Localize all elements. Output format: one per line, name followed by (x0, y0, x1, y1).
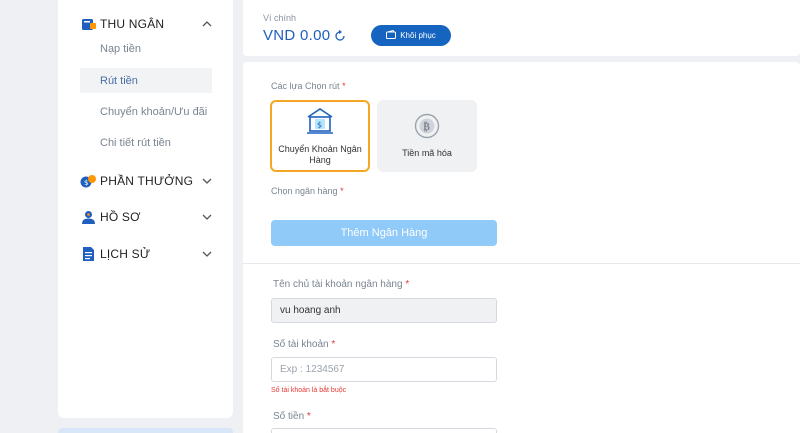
required-mark: * (306, 411, 311, 422)
required-mark: * (331, 339, 336, 350)
option-label: Chuyển Khoản Ngân Hàng (278, 143, 362, 165)
sidebar-section-cashier[interactable]: THU NGÂN (80, 12, 213, 36)
sidebar-item-transfer[interactable]: Chuyển khoản/Ưu đãi (80, 99, 212, 124)
sidebar-section-label: PHẦN THƯỞNG (100, 174, 194, 188)
sidebar-item-withdraw-details[interactable]: Chi tiết rút tiền (80, 130, 212, 155)
restore-button[interactable]: Khôi phục (371, 25, 451, 46)
label-text: Các lựa Chọn rút (271, 81, 340, 91)
add-bank-button[interactable]: Thêm Ngân Hàng (271, 220, 497, 246)
account-number-label: Số tài khoản * (273, 339, 335, 350)
chevron-up-icon[interactable] (201, 18, 213, 30)
required-mark: * (405, 279, 410, 290)
sidebar-footer-bar (58, 428, 233, 433)
account-name-input[interactable] (271, 298, 497, 323)
option-bank-transfer[interactable]: $ Chuyển Khoản Ngân Hàng (270, 100, 370, 172)
bitcoin-icon: ₿ (414, 113, 440, 144)
rewards-icon: $ (80, 173, 97, 190)
sidebar-section-label: THU NGÂN (100, 17, 165, 31)
user-icon (80, 209, 97, 226)
cashier-icon (80, 16, 97, 33)
chevron-down-icon[interactable] (201, 211, 213, 223)
account-number-input[interactable] (271, 357, 497, 382)
sidebar-item-label: Chuyển khoản/Ưu đãi (100, 105, 208, 118)
restore-button-label: Khôi phục (400, 31, 436, 40)
sidebar-item-label: Chi tiết rút tiền (100, 136, 171, 149)
withdraw-panel: Các lựa Chọn rút * $ Chuyển Khoản Ngân H… (243, 62, 800, 433)
refresh-icon[interactable] (334, 29, 346, 41)
label-text: Tên chủ tài khoản ngân hàng (273, 279, 403, 290)
document-icon (80, 246, 97, 263)
sidebar-item-label: Rút tiền (100, 74, 138, 87)
sidebar-section-rewards[interactable]: $ PHẦN THƯỞNG (80, 169, 213, 193)
chevron-down-icon[interactable] (201, 175, 213, 187)
wallet-balance: VND 0.00 (263, 27, 331, 44)
bank-icon: $ (305, 107, 335, 140)
account-number-error: Số tài khoản là bắt buộc (271, 387, 347, 394)
svg-text:$: $ (84, 179, 88, 187)
label-text: Số tài khoản (273, 339, 329, 350)
label-text: Chọn ngân hàng (271, 186, 338, 196)
sidebar-section-label: HỒ SƠ (100, 210, 141, 224)
sidebar-section-label: LỊCH SỬ (100, 247, 151, 261)
required-mark: * (342, 81, 346, 91)
sidebar-item-withdraw[interactable]: Rút tiền (80, 68, 212, 93)
sidebar: THU NGÂN Nạp tiền Rút tiền Chuyển khoản/… (58, 0, 233, 418)
sidebar-section-history[interactable]: LỊCH SỬ (80, 242, 213, 266)
label-text: Số tiền (273, 411, 305, 422)
sidebar-section-profile[interactable]: HỒ SƠ (80, 205, 213, 229)
amount-input[interactable] (271, 428, 497, 433)
sidebar-item-deposit[interactable]: Nạp tiền (80, 36, 212, 61)
chevron-down-icon[interactable] (201, 248, 213, 260)
divider (243, 263, 800, 264)
account-name-label: Tên chủ tài khoản ngân hàng * (273, 279, 409, 290)
required-mark: * (340, 186, 344, 196)
bank-select-label: Chọn ngân hàng * (271, 186, 344, 196)
option-label: Tiền mã hóa (402, 148, 452, 158)
amount-label: Số tiền * (273, 411, 311, 422)
svg-text:$: $ (317, 120, 322, 129)
wallet-bar: Ví chính VND 0.00 Khôi phục (243, 0, 800, 56)
withdraw-method-label: Các lựa Chọn rút * (271, 81, 346, 91)
svg-text:₿: ₿ (423, 121, 430, 133)
wallet-icon (386, 29, 397, 41)
sidebar-item-label: Nạp tiền (100, 42, 141, 55)
option-crypto[interactable]: ₿ Tiền mã hóa (377, 100, 477, 172)
wallet-label: Ví chính (263, 13, 297, 23)
